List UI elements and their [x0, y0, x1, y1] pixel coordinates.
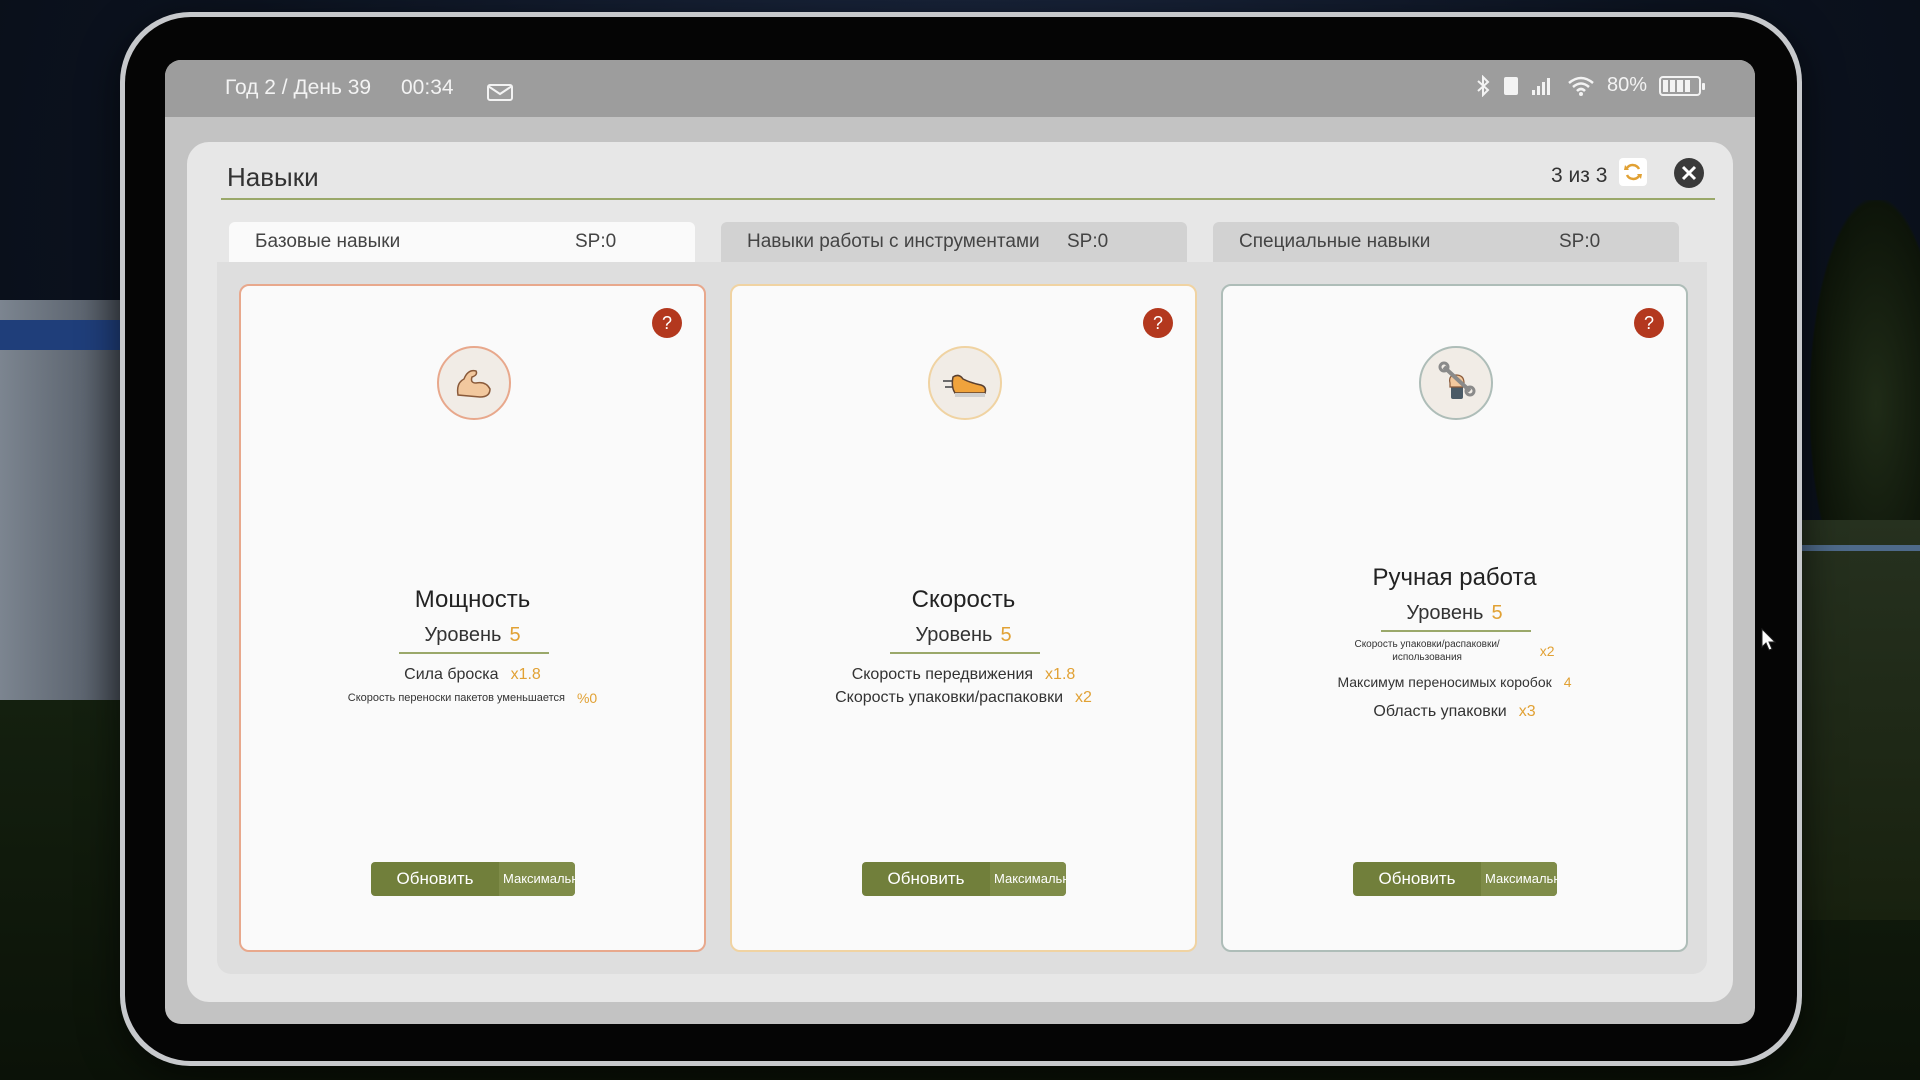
tab-sp: SP:0	[1559, 231, 1601, 252]
skill-name: Скорость	[911, 586, 1016, 613]
level-value: 5	[509, 624, 521, 646]
mail-icon[interactable]	[487, 84, 513, 101]
help-button[interactable]: ?	[1634, 308, 1664, 338]
skills-window: Навыки 3 из 3 Базовые навыки SP:0 Навыки…	[187, 142, 1733, 1002]
skill-name: Ручная работа	[1372, 564, 1537, 591]
tablet-frame: Год 2 / День 39 00:34 80% Навыки 3 из 3 …	[120, 12, 1802, 1066]
max-label: Максимальный	[990, 862, 1066, 896]
refresh-icon	[1624, 163, 1642, 181]
stat-value: x3	[1518, 703, 1536, 720]
signal-icon	[1531, 77, 1550, 95]
skill-level: Уровень 5	[1223, 602, 1686, 625]
stat-value: x1.8	[510, 666, 541, 683]
skill-card-handwork: ? Ручная работа Уровень 5 Скорость упако…	[1221, 284, 1688, 952]
stat-label-wrap: Скорость упаковки/распаковки/использован…	[1354, 638, 1499, 664]
tab-label: Навыки работы с инструментами	[747, 231, 1040, 252]
skill-card-power: ? Мощность Уровень 5 Сила броска x1.8 Ск…	[239, 284, 706, 952]
level-label: Уровень	[424, 624, 502, 646]
upgrade-button[interactable]: Обновить Максимальный	[862, 862, 1066, 896]
stat-label: Сила броска	[404, 666, 499, 683]
level-divider	[1381, 630, 1531, 632]
level-label: Уровень	[1406, 602, 1484, 624]
stat-value: x2	[1075, 689, 1092, 706]
bluetooth-icon	[1477, 74, 1490, 97]
wifi-icon	[1568, 76, 1594, 96]
stat-row: Сила броска x1.8	[241, 666, 704, 684]
stat-label: Максимум переносимых коробок	[1337, 674, 1552, 690]
stat-label: Скорость упаковки/распаковки/	[1354, 639, 1500, 650]
level-label: Уровень	[915, 624, 993, 646]
mouse-cursor-icon	[1761, 628, 1777, 651]
background-tree	[1810, 200, 1920, 540]
max-label: Максимальный	[1481, 862, 1557, 896]
skill-level: Уровень 5	[241, 624, 704, 647]
skill-card-speed: ? Скорость Уровень 5 Скорость передвижен…	[730, 284, 1197, 952]
stat-label: Скорость упаковки/распаковки	[835, 689, 1064, 706]
window-title: Навыки	[227, 162, 319, 192]
close-button[interactable]	[1674, 158, 1704, 188]
close-icon	[1681, 165, 1697, 181]
stat-row: Максимум переносимых коробок 4	[1223, 674, 1686, 690]
stat-value: x2	[1539, 643, 1555, 659]
tablet-bezel: Год 2 / День 39 00:34 80% Навыки 3 из 3 …	[125, 17, 1797, 1061]
title-divider	[221, 198, 1715, 200]
help-button[interactable]: ?	[1143, 308, 1173, 338]
question-icon: ?	[1643, 312, 1654, 333]
flexed-arm-icon	[437, 346, 511, 420]
game-date: Год 2 / День 39	[225, 76, 372, 99]
stat-row: Область упаковки x3	[1223, 703, 1686, 721]
stat-value: 4	[1563, 674, 1572, 690]
level-value: 5	[1000, 624, 1012, 646]
max-label: Максимальный	[499, 862, 575, 896]
stat-label-line2: использования	[1392, 652, 1462, 663]
level-divider	[399, 652, 549, 654]
upgrade-label: Обновить	[887, 869, 965, 888]
question-icon: ?	[1152, 312, 1163, 333]
stat-label: Область упаковки	[1373, 703, 1507, 720]
skill-level: Уровень 5	[732, 624, 1195, 647]
stat-label: Скорость переноски пакетов уменьшается	[347, 692, 565, 704]
background-fence	[1800, 545, 1920, 551]
status-icons: 80%	[1475, 74, 1705, 97]
level-divider	[890, 652, 1040, 654]
stat-row: Скорость упаковки/распаковки x2	[732, 689, 1195, 707]
skill-name: Мощность	[414, 586, 531, 613]
tab-label: Базовые навыки	[255, 231, 401, 252]
stat-row: Скорость упаковки/распаковки/использован…	[1223, 638, 1686, 664]
tab-label: Специальные навыки	[1239, 231, 1431, 252]
stat-row: Скорость переноски пакетов уменьшается %0	[241, 690, 704, 706]
tablet-screen: Год 2 / День 39 00:34 80% Навыки 3 из 3 …	[165, 60, 1755, 1024]
refresh-button[interactable]	[1619, 158, 1647, 186]
battery-icon	[1659, 75, 1705, 96]
level-value: 5	[1491, 602, 1503, 624]
tab-special-skills[interactable]: Специальные навыки SP:0	[1213, 222, 1679, 262]
upgrade-label: Обновить	[396, 869, 474, 888]
skills-panel: ? Мощность Уровень 5 Сила броска x1.8 Ск…	[217, 262, 1707, 974]
tab-tool-skills[interactable]: Навыки работы с инструментами SP:0	[721, 222, 1187, 262]
battery-percent: 80%	[1606, 74, 1647, 96]
wrench-hand-icon	[1419, 346, 1493, 420]
running-shoe-icon	[928, 346, 1002, 420]
stat-value: %0	[576, 690, 598, 706]
stat-row: Скорость передвижения x1.8	[732, 666, 1195, 684]
page-count: 3 из 3	[1551, 164, 1608, 187]
stat-label: Скорость передвижения	[851, 666, 1034, 683]
upgrade-button[interactable]: Обновить Максимальный	[1353, 862, 1557, 896]
tab-sp: SP:0	[1067, 231, 1109, 252]
tab-sp: SP:0	[575, 231, 617, 252]
stat-value: x1.8	[1045, 666, 1076, 683]
status-bar: Год 2 / День 39 00:34 80%	[165, 60, 1755, 117]
upgrade-label: Обновить	[1378, 869, 1456, 888]
help-button[interactable]: ?	[652, 308, 682, 338]
upgrade-button[interactable]: Обновить Максимальный	[371, 862, 575, 896]
tab-basic-skills[interactable]: Базовые навыки SP:0	[229, 222, 695, 262]
game-time: 00:34	[401, 76, 454, 99]
question-icon: ?	[661, 312, 672, 333]
sim-icon	[1503, 76, 1518, 95]
background-roof	[0, 320, 130, 350]
